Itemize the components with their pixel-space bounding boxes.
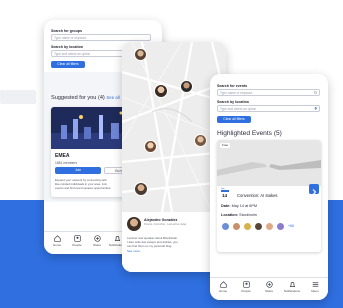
attendee-avatar xyxy=(265,222,274,231)
map-avatar-3[interactable] xyxy=(180,80,193,93)
nav-notifications[interactable]: Notifications xyxy=(283,281,301,293)
background-strip xyxy=(0,90,36,104)
nav-people[interactable]: People xyxy=(68,235,86,247)
event-month: Nov xyxy=(221,188,225,190)
share-icon xyxy=(93,235,101,242)
attendee-avatar xyxy=(221,222,230,231)
group-members: 1681 members xyxy=(55,161,77,165)
event-cover-image xyxy=(217,140,321,186)
nav-people[interactable]: People xyxy=(237,281,255,293)
clear-filters-button[interactable]: Clear all filters xyxy=(217,116,251,123)
search-icon xyxy=(313,91,317,95)
attendee-avatar xyxy=(232,222,241,231)
author-meta: Pereira, Colombia · Last active today xyxy=(144,223,187,226)
join-button[interactable]: Join xyxy=(55,167,101,174)
event-day: 14 xyxy=(222,193,228,198)
date-label: Date: xyxy=(221,204,231,208)
map-avatar-5[interactable] xyxy=(134,182,148,196)
attendee-avatar xyxy=(243,222,252,231)
search-location-input[interactable]: Type and select an option xyxy=(217,105,320,112)
menu-icon xyxy=(312,282,318,287)
map-avatar-1[interactable] xyxy=(134,48,147,61)
map-avatar-6[interactable] xyxy=(194,134,207,147)
group-name: EMEA xyxy=(55,153,70,159)
nav-menu-label: Menu xyxy=(311,289,319,293)
event-date: Date: May 14 at 6PM xyxy=(221,204,257,208)
nav-share-label: Share xyxy=(92,243,101,247)
search-location-label: Search by location xyxy=(51,45,83,49)
search-events-label: Search for events xyxy=(217,84,248,88)
attendees-more: +66 xyxy=(288,224,294,228)
people-icon xyxy=(242,281,250,288)
search-events-placeholder: Type name or keyword xyxy=(220,91,253,95)
search-location-placeholder: Type and select an option xyxy=(220,107,257,111)
group-desc-line-3: events and find new business opportuniti… xyxy=(55,186,112,190)
carousel-next-button[interactable] xyxy=(309,184,319,195)
search-groups-input[interactable]: Type name or keyword xyxy=(51,34,151,41)
bio-line-3: can find them on my personal blog. xyxy=(127,244,172,248)
nav-share[interactable]: Share xyxy=(260,281,278,293)
nav-menu[interactable]: Menu xyxy=(306,281,324,293)
event-card[interactable]: Free Nov 14 Convention: AI stakes Date: … xyxy=(217,140,321,252)
clear-filters-button[interactable]: Clear all filters xyxy=(51,61,85,68)
location-value: Stockholm xyxy=(239,213,257,217)
nav-home-label: Home xyxy=(218,289,227,293)
attendees-row[interactable]: +66 xyxy=(221,222,317,232)
nav-notifications-label: Notifications xyxy=(283,289,301,293)
event-title: Convention: AI stakes xyxy=(237,193,278,198)
nav-home[interactable]: Home xyxy=(48,235,66,247)
nav-home[interactable]: Home xyxy=(214,281,232,293)
author-avatar xyxy=(127,217,141,231)
bell-icon xyxy=(114,236,120,241)
bottom-nav: Home People Share Notifications Menu xyxy=(210,277,328,300)
search-events-input[interactable]: Type name or keyword xyxy=(217,89,320,96)
search-groups-label: Search for groups xyxy=(51,29,82,33)
see-more-link[interactable]: See more xyxy=(127,249,140,253)
nav-people-label: People xyxy=(241,289,251,293)
suggested-title: Suggested for you (4) See all xyxy=(51,95,120,101)
month-bar xyxy=(221,190,229,192)
share-icon xyxy=(265,281,273,288)
author-name: Alejandro González xyxy=(144,218,178,222)
see-all-link[interactable]: See all xyxy=(106,95,119,100)
chevron-right-icon xyxy=(312,189,317,195)
events-screen: Search for events Type name or keyword S… xyxy=(210,74,328,300)
free-badge: Free xyxy=(220,143,231,148)
suggested-title-text: Suggested for you (4) xyxy=(51,95,105,101)
nav-home-label: Home xyxy=(52,243,61,247)
attendee-avatar xyxy=(276,222,285,231)
date-value: May 14 at 6PM xyxy=(231,204,258,208)
people-icon xyxy=(73,235,81,242)
bell-icon xyxy=(289,282,295,287)
highlighted-title: Highlighted Events (5) xyxy=(217,130,282,137)
location-pin-icon xyxy=(314,107,317,111)
nav-people-label: People xyxy=(72,243,82,247)
event-location: Location: Stockholm xyxy=(221,213,257,217)
attendee-avatar xyxy=(254,222,263,231)
home-icon xyxy=(219,281,227,288)
home-icon xyxy=(53,235,61,242)
map-avatar-4[interactable] xyxy=(144,140,157,153)
location-label: Location: xyxy=(221,213,239,217)
nav-share-label: Share xyxy=(264,289,273,293)
nav-share[interactable]: Share xyxy=(88,235,106,247)
search-location-label: Search by location xyxy=(217,100,249,104)
map-avatar-2[interactable] xyxy=(154,84,168,98)
